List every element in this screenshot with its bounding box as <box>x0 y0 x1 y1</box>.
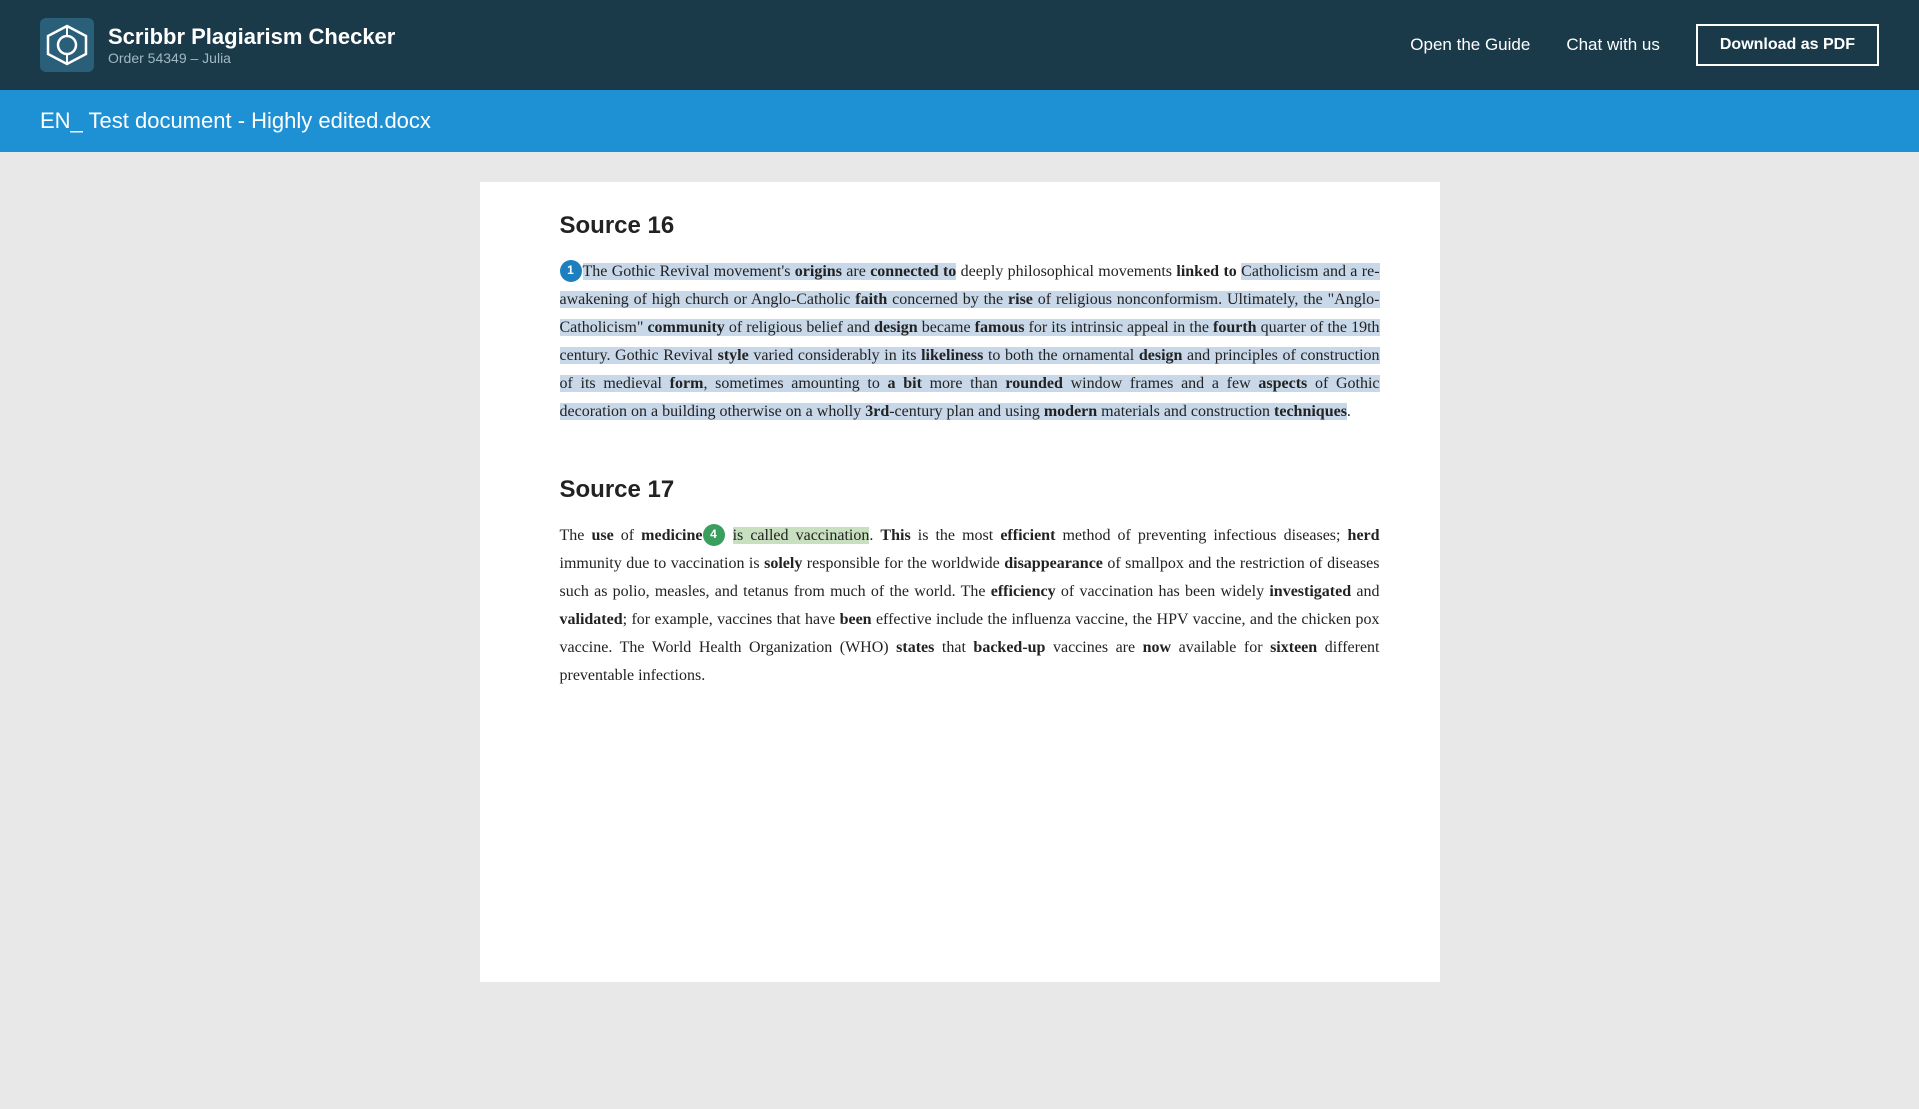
logo-icon <box>40 18 94 72</box>
logo-title: Scribbr Plagiarism Checker <box>108 24 395 50</box>
source-17-section: Source 17 The use of medicine4 is called… <box>560 476 1380 690</box>
main-content: Source 16 1The Gothic Revival movement's… <box>0 152 1919 1109</box>
source-16-section: Source 16 1The Gothic Revival movement's… <box>560 212 1380 426</box>
header: Scribbr Plagiarism Checker Order 54349 –… <box>0 0 1919 90</box>
chat-with-us-link[interactable]: Chat with us <box>1566 35 1660 55</box>
open-guide-link[interactable]: Open the Guide <box>1410 35 1530 55</box>
document-area: Source 16 1The Gothic Revival movement's… <box>480 182 1440 982</box>
logo-text-group: Scribbr Plagiarism Checker Order 54349 –… <box>108 24 395 66</box>
source-17-title: Source 17 <box>560 476 1380 504</box>
download-pdf-button[interactable]: Download as PDF <box>1696 24 1879 66</box>
file-title: EN_ Test document - Highly edited.docx <box>40 108 1879 134</box>
source-16-title: Source 16 <box>560 212 1380 240</box>
source-16-paragraph: 1The Gothic Revival movement's origins a… <box>560 258 1380 426</box>
logo-area: Scribbr Plagiarism Checker Order 54349 –… <box>40 18 1410 72</box>
logo-subtitle: Order 54349 – Julia <box>108 50 395 66</box>
annotation-badge-4[interactable]: 4 <box>703 524 725 546</box>
header-nav: Open the Guide Chat with us Download as … <box>1410 24 1879 66</box>
file-title-bar: EN_ Test document - Highly edited.docx <box>0 90 1919 152</box>
source-17-paragraph: The use of medicine4 is called vaccinati… <box>560 522 1380 690</box>
annotation-badge-1[interactable]: 1 <box>560 260 582 282</box>
